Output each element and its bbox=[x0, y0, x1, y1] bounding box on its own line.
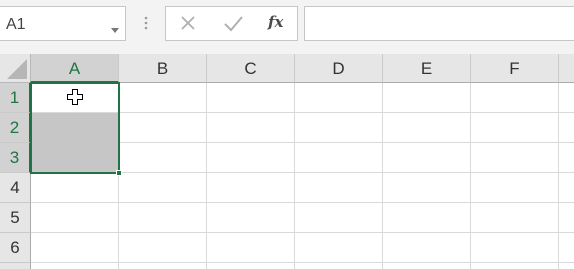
dropdown-arrow-icon[interactable] bbox=[111, 21, 119, 39]
column-header-f[interactable]: F bbox=[471, 54, 559, 83]
formula-buttons: fx bbox=[165, 6, 298, 41]
row-header-2[interactable]: 2 bbox=[0, 113, 31, 143]
column-header-a[interactable]: A bbox=[31, 54, 119, 83]
cell-cursor-icon bbox=[67, 89, 83, 110]
row-header-5[interactable]: 5 bbox=[0, 203, 31, 233]
column-header-b[interactable]: B bbox=[119, 54, 207, 83]
fill-handle[interactable] bbox=[116, 170, 122, 176]
row-header-4[interactable]: 4 bbox=[0, 173, 31, 203]
insert-function-label: fx bbox=[268, 13, 284, 31]
name-box-value: A1 bbox=[6, 16, 26, 33]
name-box[interactable]: A1 bbox=[0, 6, 126, 41]
enter-checkmark-icon[interactable] bbox=[215, 7, 251, 40]
row-header-3[interactable]: 3 bbox=[0, 143, 31, 173]
row-header-1[interactable]: 1 bbox=[0, 83, 31, 113]
formula-input[interactable] bbox=[304, 6, 574, 41]
column-header-e[interactable]: E bbox=[383, 54, 471, 83]
column-header-d[interactable]: D bbox=[295, 54, 383, 83]
formula-bar: A1 fx bbox=[0, 0, 574, 55]
select-all-button[interactable] bbox=[0, 54, 31, 83]
grip-icon[interactable] bbox=[144, 15, 148, 36]
row-header-next[interactable] bbox=[0, 263, 31, 269]
column-header-next[interactable] bbox=[559, 54, 574, 83]
select-all-triangle-icon bbox=[7, 59, 27, 79]
cancel-icon[interactable] bbox=[170, 7, 206, 40]
row-header-6[interactable]: 6 bbox=[0, 233, 31, 263]
insert-function-icon[interactable]: fx bbox=[260, 7, 296, 40]
column-header-c[interactable]: C bbox=[207, 54, 295, 83]
